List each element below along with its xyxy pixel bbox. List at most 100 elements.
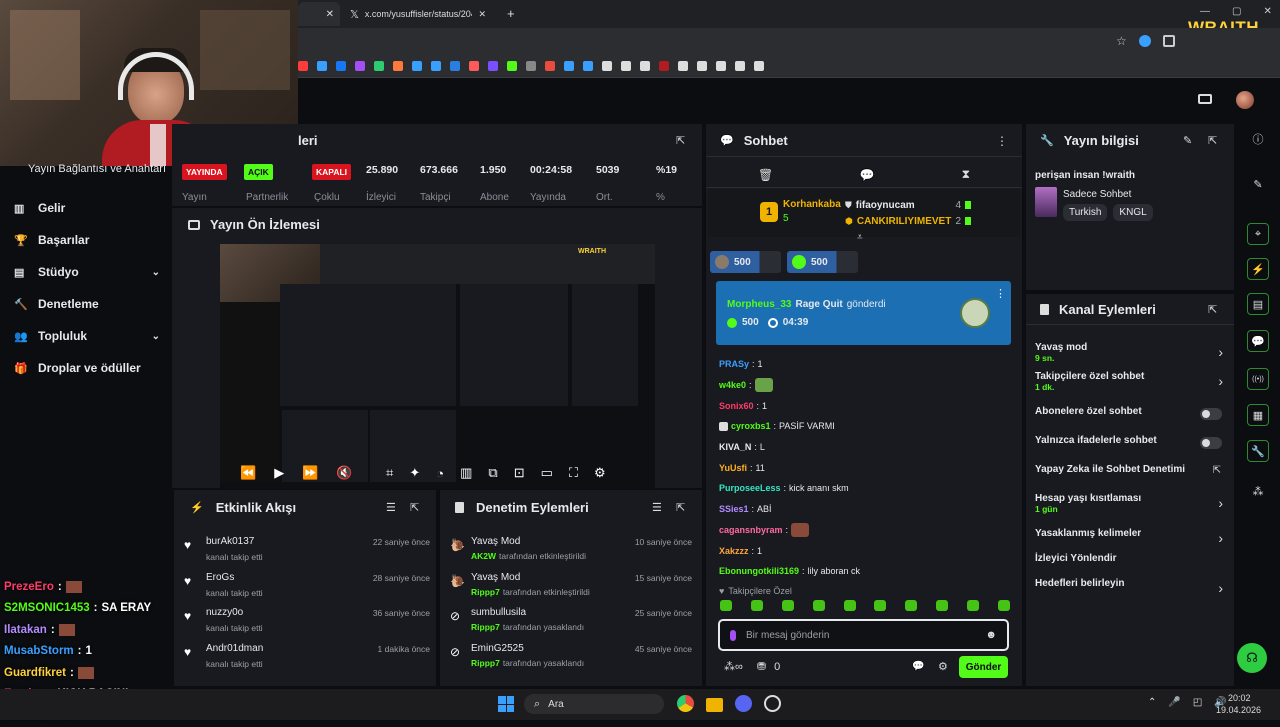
settings-icon[interactable]: ⚙	[938, 660, 948, 673]
bookmark-favicon-icon[interactable]	[583, 61, 593, 71]
layout-icon[interactable]: ▦	[1247, 404, 1269, 426]
activity-user[interactable]: Andr01dman	[206, 643, 263, 654]
expand-icon[interactable]: ⩡	[857, 232, 863, 243]
bookmark-favicon-icon[interactable]	[450, 61, 460, 71]
filter-icon[interactable]: ☰	[652, 501, 662, 514]
moderation-actor[interactable]: Rippp7	[471, 622, 500, 632]
tag-chip[interactable]: Turkish	[1063, 204, 1108, 221]
channel-action-item[interactable]: Yasaklanmış kelimeler ›	[1035, 526, 1225, 551]
toggle-switch[interactable]	[1200, 437, 1222, 449]
chrome-icon[interactable]	[677, 695, 694, 712]
new-tab-icon[interactable]: +	[507, 6, 515, 21]
bookmark-favicon-icon[interactable]	[754, 61, 764, 71]
mute-icon[interactable]: 🔇	[336, 465, 352, 481]
popout-icon[interactable]: ⇱	[1208, 134, 1217, 147]
bookmark-favicon-icon[interactable]	[393, 61, 403, 71]
popout-icon[interactable]: ⇱	[410, 501, 419, 514]
info-icon[interactable]: ⓘ	[1247, 128, 1269, 150]
bookmark-favicon-icon[interactable]	[374, 61, 384, 71]
chat-username[interactable]: Xakzzz	[719, 546, 749, 556]
wrench-icon[interactable]: 🔧	[1247, 440, 1269, 462]
leader-name[interactable]: CANKIRILIYIMEVET	[857, 216, 952, 227]
channel-action-item[interactable]: Yavaş mod 9 sn. ›	[1035, 340, 1225, 369]
emote-icon[interactable]	[967, 600, 979, 611]
sidebar-item-1[interactable]: 🏆 Başarılar	[14, 224, 160, 256]
moderation-action[interactable]: sumbullusila	[471, 607, 526, 618]
sidebar-item-5[interactable]: 🎁 Droplar ve ödüller	[14, 352, 160, 384]
folder-icon[interactable]	[706, 697, 723, 712]
mic-icon[interactable]	[730, 629, 736, 641]
chat-mode-icon[interactable]: 💬	[912, 661, 924, 672]
browser-tab-active[interactable]: 𝕏 x.com/yusuffisler/status/2045 ✕	[342, 2, 494, 26]
support-icon[interactable]: ☊	[1237, 643, 1267, 673]
close-icon[interactable]: ✕	[326, 9, 334, 20]
network-icon[interactable]: ◰	[1193, 697, 1202, 708]
target-icon[interactable]: ⌖	[1247, 223, 1269, 245]
clock-date[interactable]: 19.04.2026	[1216, 705, 1261, 715]
theater-mode-icon[interactable]	[1198, 94, 1212, 104]
bet-card[interactable]: 500	[787, 251, 858, 273]
minimize-icon[interactable]: —	[1200, 6, 1210, 17]
emote-icon[interactable]	[781, 600, 794, 611]
leader-name[interactable]: fifaoynucam	[856, 200, 952, 211]
moderation-actor[interactable]: AK2W	[471, 551, 496, 561]
bookmark-favicon-icon[interactable]	[678, 61, 688, 71]
edit-icon[interactable]: ✎	[1247, 173, 1269, 195]
bookmark-favicon-icon[interactable]	[640, 61, 650, 71]
chat-username[interactable]: cyroxbs1	[731, 421, 771, 431]
crop-icon[interactable]: ⌗	[386, 465, 393, 481]
bookmark-favicon-icon[interactable]	[507, 61, 517, 71]
chat-icon[interactable]: 💬	[1247, 330, 1269, 352]
chat-username[interactable]: PRASy	[719, 359, 749, 369]
chevron-down-icon[interactable]: ⌄	[152, 331, 160, 342]
bookmark-favicon-icon[interactable]	[298, 61, 308, 71]
bookmark-favicon-icon[interactable]	[526, 61, 536, 71]
chat-username[interactable]: PurposeeLess	[719, 483, 781, 493]
sparkle-icon[interactable]: ✦	[409, 465, 420, 481]
edit-icon[interactable]: ✎	[1183, 134, 1192, 147]
lightning-icon[interactable]: ⚡	[1247, 258, 1269, 280]
chat-username[interactable]: YuUsfi	[719, 463, 747, 473]
popout-icon[interactable]: ⇱	[676, 501, 685, 514]
popout-icon[interactable]: ⇱	[676, 134, 685, 147]
maximize-icon[interactable]: ▢	[1232, 6, 1241, 17]
document-icon[interactable]: ▤	[1247, 293, 1269, 315]
bookmark-favicon-icon[interactable]	[735, 61, 745, 71]
emote-icon[interactable]	[720, 600, 732, 611]
emote-icon[interactable]	[997, 600, 1010, 611]
activity-user[interactable]: burAk0137	[206, 536, 254, 547]
bookmark-favicon-icon[interactable]	[355, 61, 365, 71]
bet-card[interactable]: 500	[710, 251, 781, 273]
hourglass-icon[interactable]: ⧗	[962, 167, 970, 182]
channel-action-item[interactable]: Yapay Zeka ile Sohbet Denetimi ⇱	[1035, 462, 1225, 491]
chat-input[interactable]: Bir mesaj gönderin ☻	[718, 619, 1009, 651]
popout-icon[interactable]: ⇱	[1208, 303, 1217, 316]
sidebar-connection-label[interactable]: Yayın Bağlantısı ve Anahtarı	[28, 163, 166, 175]
broadcast-icon[interactable]: ((•))	[1247, 368, 1269, 390]
chevron-down-icon[interactable]: ⌄	[152, 267, 160, 278]
chevron-right-icon[interactable]: ›	[1218, 373, 1223, 389]
category-name[interactable]: Sadece Sohbet	[1063, 189, 1131, 200]
bookmark-favicon-icon[interactable]	[659, 61, 669, 71]
close-window-icon[interactable]: ✕	[1263, 6, 1271, 17]
more-icon[interactable]: ⋮	[995, 287, 1006, 300]
mic-tray-icon[interactable]: 🎤	[1168, 697, 1180, 708]
pip-icon[interactable]: ⧉	[488, 465, 497, 481]
stats-icon[interactable]: ▥	[460, 465, 472, 481]
channel-action-item[interactable]: Abonelere özel sohbet	[1035, 404, 1225, 433]
clip-icon[interactable]: ◔	[436, 466, 444, 481]
tag-chip[interactable]: KNGL	[1113, 204, 1153, 221]
bookmark-favicon-icon[interactable]	[621, 61, 631, 71]
chat-username[interactable]: KIVA_N	[719, 442, 751, 452]
settings-icon[interactable]: ⚙	[594, 465, 606, 481]
clock-time[interactable]: 20:02	[1228, 693, 1251, 703]
sidebar-item-3[interactable]: 🔨 Denetleme	[14, 288, 160, 320]
puzzle-icon[interactable]	[1162, 35, 1175, 47]
fullscreen-icon[interactable]: ⛶	[569, 465, 578, 481]
trash-icon[interactable]: 🗑	[758, 168, 773, 182]
chevron-right-icon[interactable]: ›	[1218, 580, 1223, 596]
emote-icon[interactable]	[812, 600, 825, 611]
discord-icon[interactable]	[735, 695, 752, 712]
channel-action-item[interactable]: Hedefleri belirleyin ›	[1035, 576, 1225, 601]
channel-action-item[interactable]: Takipçilere özel sohbet 1 dk. ›	[1035, 369, 1225, 404]
